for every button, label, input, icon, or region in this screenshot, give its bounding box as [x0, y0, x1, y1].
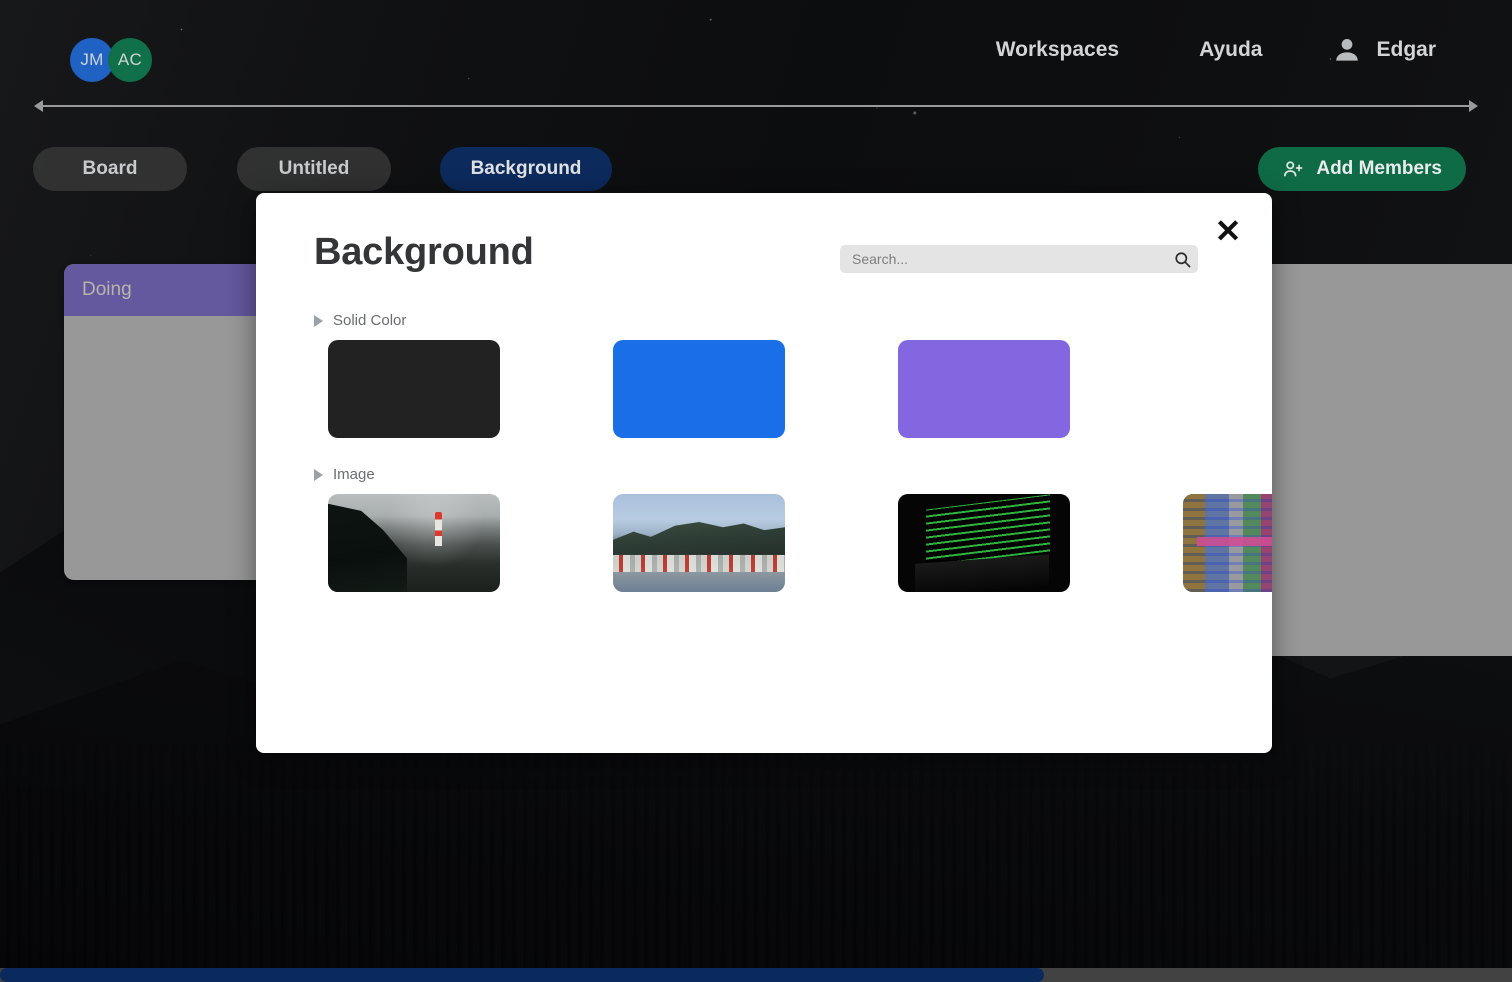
modal-title: Background — [314, 231, 534, 273]
section-label-image: Image — [333, 466, 375, 483]
search-icon[interactable] — [1166, 250, 1198, 269]
background-picker-modal: ✕ Background Solid Color — [256, 193, 1272, 753]
thumbnail-green-code-laptop[interactable] — [898, 494, 1070, 592]
caret-right-icon — [314, 314, 323, 327]
swatch-blue[interactable] — [613, 340, 785, 438]
thumbnail-colorful-code-screen[interactable] — [1183, 494, 1272, 592]
image-thumbnail-row — [328, 494, 1272, 592]
section-header-image[interactable]: Image — [314, 466, 375, 483]
thumbnail-lighthouse-coast[interactable] — [328, 494, 500, 592]
thumbnail-fishing-village-fjord[interactable] — [613, 494, 785, 592]
search-field[interactable] — [840, 245, 1198, 273]
close-icon[interactable]: ✕ — [1206, 209, 1250, 253]
swatch-dark[interactable] — [328, 340, 500, 438]
swatch-purple[interactable] — [898, 340, 1070, 438]
solid-color-swatch-row — [328, 340, 1070, 438]
caret-right-icon — [314, 468, 323, 481]
app-root: Doing JM AC Workspaces Ayuda Edgar Board… — [0, 0, 1512, 982]
modal-overlay: ✕ Background Solid Color — [0, 0, 1512, 982]
section-label-solid-color: Solid Color — [333, 312, 407, 329]
search-input[interactable] — [840, 245, 1166, 273]
section-header-solid-color[interactable]: Solid Color — [314, 312, 406, 329]
